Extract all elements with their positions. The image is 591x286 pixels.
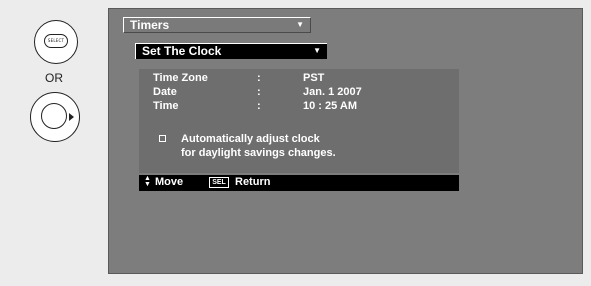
set-clock-label: Set The Clock <box>142 44 222 58</box>
chevron-down-icon: ▼ <box>296 20 304 29</box>
clock-settings-panel: Time Zone : PST Date : Jan. 1 2007 Time … <box>139 69 459 173</box>
move-hint: Move <box>155 176 184 188</box>
daylight-savings-checkbox[interactable] <box>159 135 166 142</box>
timers-label: Timers <box>130 18 170 32</box>
help-bar: ▲ ▼ Move SEL Return <box>139 175 459 191</box>
time-zone-label: Time Zone <box>153 72 208 84</box>
or-label: OR <box>45 71 63 85</box>
time-value: 10 : 25 AM <box>303 100 358 112</box>
right-arrow-icon <box>69 113 74 121</box>
set-clock-dropdown[interactable]: Set The Clock ▼ <box>135 43 327 59</box>
chevron-down-icon: ▼ <box>313 46 321 55</box>
separator: : <box>257 86 261 98</box>
separator: : <box>257 72 261 84</box>
sel-key-icon: SEL <box>209 177 229 188</box>
daylight-savings-line1: Automatically adjust clock <box>181 133 320 145</box>
select-button-label: SELECT <box>44 34 68 48</box>
up-down-arrows-icon: ▲ ▼ <box>144 175 151 188</box>
date-label: Date <box>153 86 177 98</box>
time-zone-value: PST <box>303 72 325 84</box>
remote-buttons: SELECT OR <box>0 0 108 286</box>
date-value: Jan. 1 2007 <box>303 86 362 98</box>
separator: : <box>257 100 261 112</box>
nav-center-ring <box>41 103 67 129</box>
daylight-savings-line2: for daylight savings changes. <box>181 147 336 159</box>
select-button[interactable]: SELECT <box>34 20 78 64</box>
timers-dropdown[interactable]: Timers ▼ <box>123 17 311 33</box>
right-navigation-button[interactable] <box>30 92 80 142</box>
time-label: Time <box>153 100 179 112</box>
return-hint: Return <box>235 176 271 188</box>
tv-screen: Timers ▼ Set The Clock ▼ Time Zone : PST… <box>108 8 583 274</box>
daylight-savings-label: Automatically adjust clock for daylight … <box>181 132 336 160</box>
